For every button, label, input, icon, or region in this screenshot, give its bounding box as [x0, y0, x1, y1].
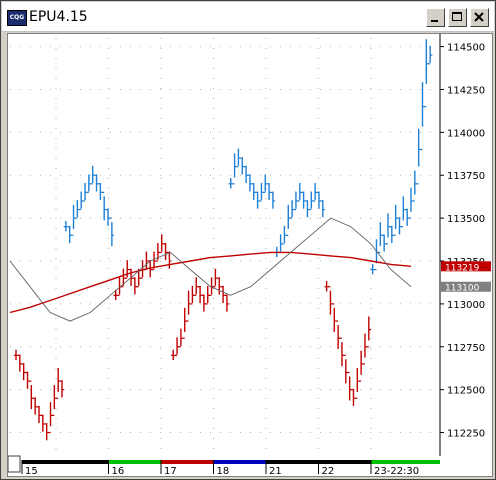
window-title: EPU4.15: [29, 9, 88, 25]
y-tick-label: 114250: [447, 85, 485, 96]
time-axis: [8, 456, 492, 474]
session-bar: [161, 460, 214, 464]
session-bar: [371, 460, 440, 464]
title-bar[interactable]: CQG EPU4.15: [2, 2, 494, 32]
y-tick-label: 112500: [447, 386, 485, 397]
price-marker-label: 113100: [445, 284, 480, 294]
session-label: 17: [164, 466, 177, 476]
minimize-button[interactable]: [426, 8, 445, 27]
session-label: 21: [269, 466, 282, 476]
y-tick-label: 112750: [447, 343, 485, 354]
session-label: 16: [112, 466, 125, 476]
session-label: 23-22:30: [374, 466, 419, 476]
chart-window: CQG EPU4.15 112250 112500 112750 113000 1132…: [0, 0, 496, 480]
session-bar: [318, 460, 371, 464]
price-marker-label: 113219: [445, 263, 480, 273]
session-label: 15: [25, 466, 38, 476]
scroll-handle: [8, 455, 21, 473]
maximize-icon: [452, 12, 462, 21]
session-bar: [108, 460, 161, 464]
y-tick-label: 114500: [447, 43, 485, 54]
y-tick-label: 113750: [447, 171, 485, 182]
session-label: 22: [322, 466, 335, 476]
session-bar: [22, 460, 56, 464]
y-tick-label: 114000: [447, 128, 485, 139]
y-tick-label: 113500: [447, 214, 485, 225]
y-tick-label: 112250: [447, 429, 485, 440]
session-label: 18: [217, 466, 230, 476]
maximize-button[interactable]: [448, 8, 467, 27]
chart-panel[interactable]: 1122501125001127501130001132501135001137…: [7, 33, 493, 477]
price-chart[interactable]: 1122501125001127501130001132501135001137…: [8, 34, 492, 476]
close-button[interactable]: [470, 8, 489, 27]
close-icon: [474, 12, 484, 22]
session-bar: [213, 460, 266, 464]
minimize-icon: [431, 20, 438, 22]
y-tick-label: 113000: [447, 300, 485, 311]
cqg-app-icon[interactable]: CQG: [7, 10, 27, 26]
session-bar: [266, 460, 319, 464]
